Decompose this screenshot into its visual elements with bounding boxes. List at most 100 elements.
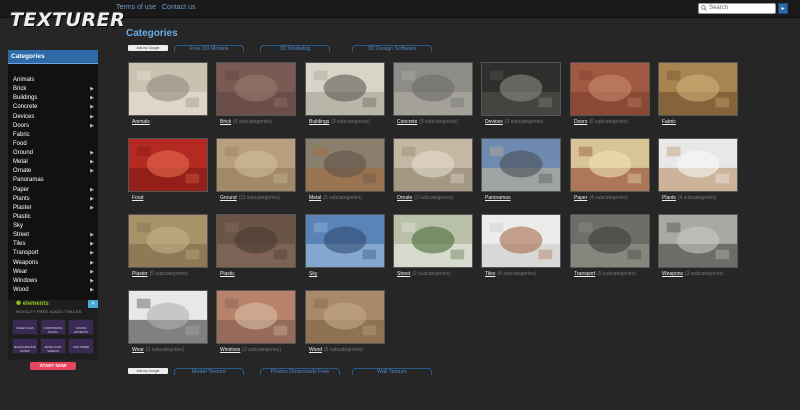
category-name-link[interactable]: Wood: [309, 347, 322, 353]
start-now-button[interactable]: START NOW: [30, 362, 76, 370]
category-name-link[interactable]: Wear: [132, 347, 144, 353]
category-name-link[interactable]: Plaster: [132, 271, 148, 277]
ad-link-pill[interactable]: 3D Design Software: [352, 45, 432, 52]
sidebar-item-windows[interactable]: Windows ▶: [8, 277, 98, 286]
category-name-link[interactable]: Windows: [220, 347, 240, 353]
ad-close-icon[interactable]: ✕: [88, 300, 98, 308]
ad-link-pill[interactable]: Model Texture: [174, 368, 244, 375]
category-thumbnail[interactable]: [305, 62, 385, 116]
category-name-link[interactable]: Ornate: [397, 195, 412, 201]
category-card-ornate[interactable]: Ornate (3 subcategories): [393, 138, 475, 218]
sidebar-item-plastic[interactable]: Plastic: [8, 213, 98, 222]
category-name-link[interactable]: Food: [132, 195, 143, 201]
category-thumbnail[interactable]: [216, 62, 296, 116]
sidebar-item-wood[interactable]: Wood ▶: [8, 286, 98, 295]
category-name-link[interactable]: Sky: [309, 271, 317, 277]
category-name-link[interactable]: Weapons: [662, 271, 683, 277]
category-name-link[interactable]: Tiles: [485, 271, 495, 277]
sidebar-item-devices[interactable]: Devices ▶: [8, 113, 98, 122]
category-thumbnail[interactable]: [658, 214, 738, 268]
category-name-link[interactable]: Brick: [220, 119, 231, 125]
category-thumbnail[interactable]: [393, 214, 473, 268]
category-card-buildings[interactable]: Buildings (5 subcategories): [305, 62, 387, 142]
category-name-link[interactable]: Plants: [662, 195, 676, 201]
category-name-link[interactable]: Doors: [574, 119, 587, 125]
category-card-doors[interactable]: Doors (6 subcategories): [570, 62, 652, 142]
category-thumbnail[interactable]: [393, 138, 473, 192]
sidebar-item-buildings[interactable]: Buildings ▶: [8, 94, 98, 103]
category-thumbnail[interactable]: [393, 62, 473, 116]
category-name-link[interactable]: Buildings: [309, 119, 329, 125]
category-card-panoramas[interactable]: Panoramas: [481, 138, 563, 218]
category-card-devices[interactable]: Devices (3 subcategories): [481, 62, 563, 142]
category-thumbnail[interactable]: [216, 290, 296, 344]
sidebar-item-plants[interactable]: Plants ▶: [8, 195, 98, 204]
category-card-metal[interactable]: Metal (5 subcategories): [305, 138, 387, 218]
category-card-fabric[interactable]: Fabric: [658, 62, 740, 142]
sidebar-item-fabric[interactable]: Fabric: [8, 131, 98, 140]
category-card-paper[interactable]: Paper (4 subcategories): [570, 138, 652, 218]
category-thumbnail[interactable]: [305, 214, 385, 268]
category-card-sky[interactable]: Sky: [305, 214, 387, 294]
category-card-wood[interactable]: Wood (5 subcategories): [305, 290, 387, 370]
category-name-link[interactable]: Devices: [485, 119, 503, 125]
category-thumbnail[interactable]: [216, 138, 296, 192]
sidebar-item-sky[interactable]: Sky: [8, 222, 98, 231]
sidebar-item-street[interactable]: Street ▶: [8, 231, 98, 240]
category-card-animals[interactable]: Animals: [128, 62, 210, 142]
category-card-plastic[interactable]: Plastic: [216, 214, 298, 294]
category-name-link[interactable]: Transport: [574, 271, 595, 277]
category-card-street[interactable]: Street (2 subcategories): [393, 214, 475, 294]
sidebar-item-metal[interactable]: Metal ▶: [8, 158, 98, 167]
category-thumbnail[interactable]: [128, 290, 208, 344]
category-thumbnail[interactable]: [128, 62, 208, 116]
sidebar-item-panoramas[interactable]: Panoramas: [8, 176, 98, 185]
sidebar-item-plaster[interactable]: Plaster ▶: [8, 204, 98, 213]
ad-choices-badge[interactable]: Ads by Google: [128, 368, 168, 374]
category-thumbnail[interactable]: [570, 138, 650, 192]
category-name-link[interactable]: Paper: [574, 195, 587, 201]
category-card-concrete[interactable]: Concrete (5 subcategories): [393, 62, 475, 142]
category-thumbnail[interactable]: [305, 138, 385, 192]
ad-link-pill[interactable]: Wall Texture: [352, 368, 432, 375]
category-card-plants[interactable]: Plants (4 subcategories): [658, 138, 740, 218]
sidebar-item-animals[interactable]: Animals: [8, 76, 98, 85]
category-card-weapons[interactable]: Weapons (3 subcategories): [658, 214, 740, 294]
search-input[interactable]: Search: [698, 3, 776, 14]
category-thumbnail[interactable]: [658, 62, 738, 116]
ad-link-pill[interactable]: 3D Modeling: [260, 45, 330, 52]
category-thumbnail[interactable]: [128, 138, 208, 192]
category-thumbnail[interactable]: [570, 214, 650, 268]
category-name-link[interactable]: Fabric: [662, 119, 676, 125]
category-thumbnail[interactable]: [658, 138, 738, 192]
texturer-logo[interactable]: TEXTURER: [10, 9, 125, 33]
sidebar-item-doors[interactable]: Doors ▶: [8, 122, 98, 131]
category-name-link[interactable]: Metal: [309, 195, 321, 201]
category-card-windows[interactable]: Windows (3 subcategories): [216, 290, 298, 370]
category-card-wear[interactable]: Wear (3 subcategories): [128, 290, 210, 370]
category-name-link[interactable]: Plastic: [220, 271, 235, 277]
sidebar-item-tiles[interactable]: Tiles ▶: [8, 240, 98, 249]
elements-ad[interactable]: ✺ elements ROYALTY FREE AUDIO TRACKS ✕ F…: [8, 300, 98, 360]
category-thumbnail[interactable]: [128, 214, 208, 268]
category-thumbnail[interactable]: [570, 62, 650, 116]
ad-choices-badge[interactable]: Ads by Google: [128, 45, 168, 51]
sidebar-item-weapons[interactable]: Weapons ▶: [8, 259, 98, 268]
category-card-ground[interactable]: Ground (11 subcategories): [216, 138, 298, 218]
category-name-link[interactable]: Concrete: [397, 119, 417, 125]
sidebar-item-ornate[interactable]: Ornate ▶: [8, 167, 98, 176]
category-card-transport[interactable]: Transport (5 subcategories): [570, 214, 652, 294]
category-card-food[interactable]: Food: [128, 138, 210, 218]
sidebar-item-ground[interactable]: Ground ▶: [8, 149, 98, 158]
category-card-tiles[interactable]: Tiles (4 subcategories): [481, 214, 563, 294]
sidebar-item-wear[interactable]: Wear ▶: [8, 268, 98, 277]
category-thumbnail[interactable]: [481, 138, 561, 192]
category-name-link[interactable]: Street: [397, 271, 410, 277]
category-thumbnail[interactable]: [216, 214, 296, 268]
sidebar-item-food[interactable]: Food: [8, 140, 98, 149]
sidebar-item-brick[interactable]: Brick ▶: [8, 85, 98, 94]
category-thumbnail[interactable]: [481, 62, 561, 116]
search-button[interactable]: ▸: [778, 3, 788, 14]
ad-link-pill[interactable]: Free 3D Models: [174, 45, 244, 52]
category-thumbnail[interactable]: [305, 290, 385, 344]
